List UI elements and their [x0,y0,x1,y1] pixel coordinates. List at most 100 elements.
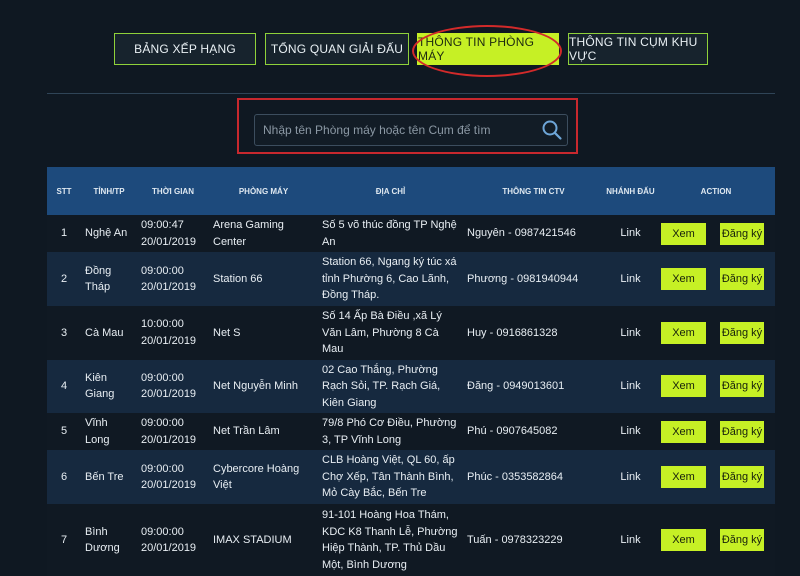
xem-button[interactable]: Xem [661,420,706,443]
cell-action-dang-ky: Đăng ký [709,450,776,504]
cell-action-dang-ky: Đăng ký [709,413,776,450]
table-row: 3 Cà Mau 10:00:00 20/01/2019 Net S Số 14 Ấp B… [47,306,776,360]
cell-phong-may: Station 66 [209,252,318,306]
xem-button[interactable]: Xem [661,321,706,344]
cell-thong-tin-ctv: Phú - 0907645082 [463,413,604,450]
cell-tinh-tp: Cà Mau [81,306,137,360]
cell-thoi-gian: 09:00:00 20/01/2019 [137,504,209,576]
tab-tong-quan-giai-dau[interactable]: TỔNG QUAN GIẢI ĐẤU [265,33,409,65]
xem-button[interactable]: Xem [661,268,706,290]
nhanh-dau-link[interactable]: Link [604,504,657,576]
cell-stt: 5 [47,413,81,450]
cell-time: 09:00:00 [141,371,184,384]
cell-stt: 1 [47,215,81,252]
dang-ky-button[interactable]: Đăng ký [720,268,764,290]
cell-phong-may: Net Trần Lâm [209,413,318,450]
cell-thong-tin-ctv: Phúc - 0353582864 [463,450,604,504]
table-row: 7 Bình Dương 09:00:00 20/01/2019 IMAX STADIU… [47,504,776,576]
cell-date: 20/01/2019 [141,281,197,293]
header-tinh-tp: TỈNH/TP [81,167,137,215]
dang-ky-button[interactable]: Đăng ký [720,222,764,245]
cell-thong-tin-ctv: Huy - 0916861328 [463,306,604,360]
cell-tinh-tp: Bình Dương [81,504,137,576]
cell-action-dang-ky: Đăng ký [709,359,776,413]
cell-phong-may: Net Nguyễn Minh [209,359,318,413]
cell-action-dang-ky: Đăng ký [709,504,776,576]
header-stt: STT [47,167,81,215]
cell-thong-tin-ctv: Tuấn - 0978323229 [463,504,604,576]
nhanh-dau-link[interactable]: Link [604,413,657,450]
dang-ky-button[interactable]: Đăng ký [720,375,764,398]
cell-dia-chi: 91-101 Hoàng Hoa Thám, KDC K8 Thanh Lễ, … [318,504,463,576]
search-input[interactable] [254,114,568,146]
cell-action-xem: Xem [657,359,709,413]
xem-button[interactable]: Xem [661,466,706,488]
cell-action-xem: Xem [657,504,709,576]
dang-ky-button[interactable]: Đăng ký [720,529,764,551]
divider [47,93,775,94]
cell-date: 20/01/2019 [141,334,197,347]
cell-time: 09:00:00 [141,525,184,538]
cell-time: 10:00:00 [141,318,184,331]
cell-phong-may: Cybercore Hoàng Việt [209,450,318,504]
cell-thong-tin-ctv: Nguyên - 0987421546 [463,215,604,252]
cell-date: 20/01/2019 [141,235,197,248]
cell-action-dang-ky: Đăng ký [709,252,776,306]
nhanh-dau-link[interactable]: Link [604,306,657,360]
cell-tinh-tp: Vĩnh Long [81,413,137,450]
tab-bar: BẢNG XẾP HẠNG TỔNG QUAN GIẢI ĐẤU THÔNG T… [0,33,800,67]
tab-thong-tin-phong-may[interactable]: THÔNG TIN PHÒNG MÁY [417,33,559,65]
tab-bang-xep-hang[interactable]: BẢNG XẾP HẠNG [114,33,256,65]
cell-date: 20/01/2019 [141,479,197,491]
header-dia-chi: ĐỊA CHỈ [318,167,463,215]
header-action: ACTION [657,167,776,215]
cell-action-xem: Xem [657,306,709,360]
cell-thoi-gian: 09:00:00 20/01/2019 [137,450,209,504]
xem-button[interactable]: Xem [661,222,706,245]
cell-stt: 4 [47,359,81,413]
cell-date: 20/01/2019 [141,433,197,446]
cell-stt: 6 [47,450,81,504]
nhanh-dau-link[interactable]: Link [604,450,657,504]
cell-action-xem: Xem [657,215,709,252]
cell-thoi-gian: 09:00:47 20/01/2019 [137,215,209,252]
xem-button[interactable]: Xem [661,529,706,551]
cell-thoi-gian: 09:00:00 20/01/2019 [137,359,209,413]
dang-ky-button[interactable]: Đăng ký [720,321,764,344]
cell-stt: 3 [47,306,81,360]
header-thoi-gian: THỜI GIAN [137,167,209,215]
cell-dia-chi: 02 Cao Thắng, Phường Rạch Sỏi, TP. Rạch … [318,359,463,413]
cell-thoi-gian: 09:00:00 20/01/2019 [137,413,209,450]
cell-action-xem: Xem [657,413,709,450]
xem-button[interactable]: Xem [661,375,706,398]
cell-time: 09:00:00 [141,417,184,429]
header-phong-may: PHÒNG MÁY [209,167,318,215]
header-nhanh-dau: NHÁNH ĐẤU [604,167,657,215]
cell-action-dang-ky: Đăng ký [709,215,776,252]
nhanh-dau-link[interactable]: Link [604,359,657,413]
cell-thong-tin-ctv: Đăng - 0949013601 [463,359,604,413]
table-row: 6 Bến Tre 09:00:00 20/01/2019 Cybercore Hoàn… [47,450,776,504]
search-icon[interactable] [541,119,563,141]
cell-action-xem: Xem [657,252,709,306]
table-row: 1 Nghệ An 09:00:47 20/01/2019 Arena Gaming C… [47,215,776,252]
cell-phong-may: IMAX STADIUM [209,504,318,576]
cell-stt: 2 [47,252,81,306]
tab-thong-tin-cum-khu-vuc[interactable]: THÔNG TIN CỤM KHU VỰC [568,33,708,65]
table-row: 5 Vĩnh Long 09:00:00 20/01/2019 Net Trần Lâm… [47,413,776,450]
cell-tinh-tp: Đồng Tháp [81,252,137,306]
cell-tinh-tp: Bến Tre [81,450,137,504]
dang-ky-button[interactable]: Đăng ký [720,420,764,443]
cell-time: 09:00:00 [141,462,184,475]
cell-thoi-gian: 10:00:00 20/01/2019 [137,306,209,360]
cell-dia-chi: Số 14 Ấp Bà Điều ,xã Lý Văn Lâm, Phường … [318,306,463,360]
cell-action-xem: Xem [657,450,709,504]
cell-stt: 7 [47,504,81,576]
nhanh-dau-link[interactable]: Link [604,215,657,252]
dang-ky-button[interactable]: Đăng ký [720,466,764,488]
header-thong-tin-ctv: THÔNG TIN CTV [463,167,604,215]
nhanh-dau-link[interactable]: Link [604,252,657,306]
cell-date: 20/01/2019 [141,388,197,401]
cell-time: 09:00:47 [141,219,184,231]
cell-time: 09:00:00 [141,264,184,277]
